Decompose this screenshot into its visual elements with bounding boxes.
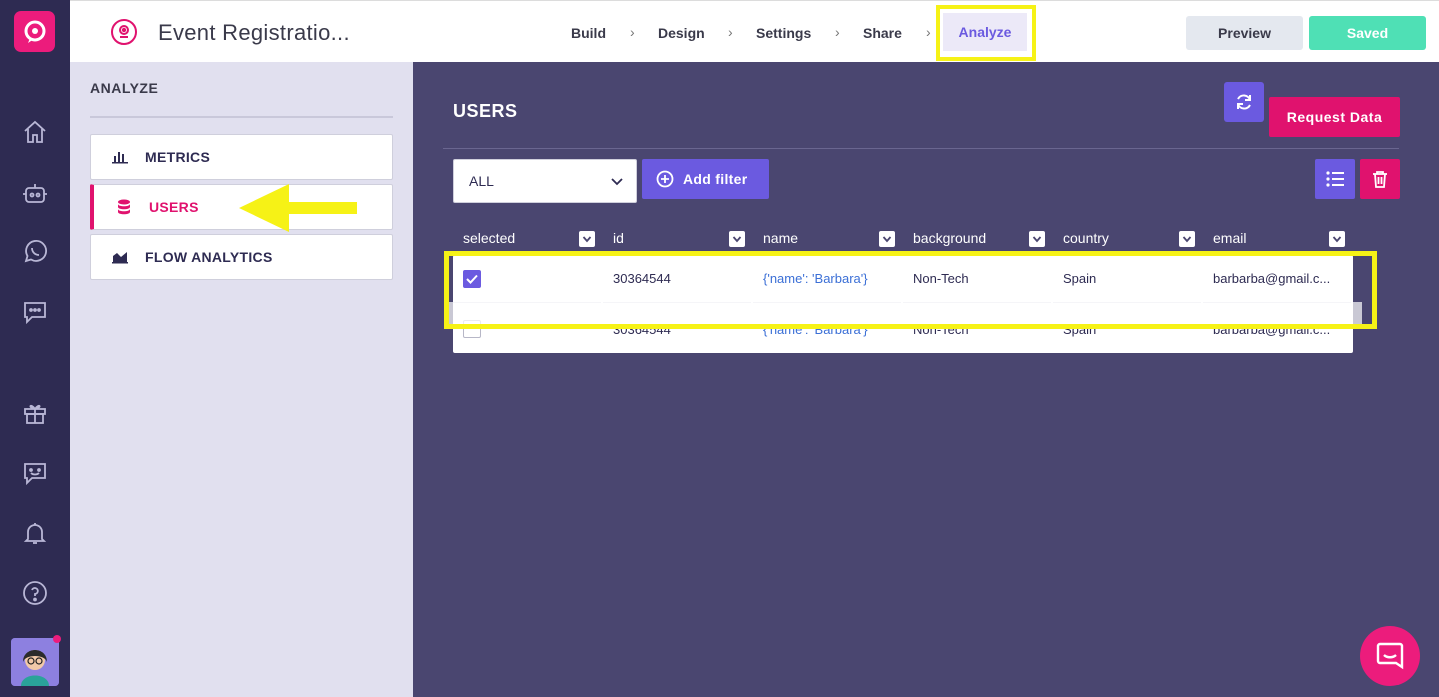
column-header-email[interactable]: email (1213, 230, 1246, 246)
chevron-down-icon[interactable] (579, 231, 595, 247)
chevron-down-icon[interactable] (1179, 231, 1195, 247)
analyze-sidebar: ANALYZE METRICS USERS FLOW ANALYTICS (70, 62, 413, 697)
column-list-button[interactable] (1315, 159, 1355, 199)
notification-dot (53, 635, 61, 643)
bar-chart-icon (111, 148, 129, 166)
gift-icon[interactable] (20, 398, 50, 428)
step-separator: › (728, 24, 733, 40)
chevron-down-icon[interactable] (879, 231, 895, 247)
divider (443, 148, 1399, 149)
add-filter-button[interactable]: Add filter (642, 159, 769, 199)
step-share[interactable]: Share (863, 25, 902, 41)
column-header-name[interactable]: name (763, 230, 798, 246)
feedback-icon[interactable] (20, 458, 50, 488)
home-icon[interactable] (20, 117, 50, 147)
user-filter-select[interactable]: ALL (453, 159, 637, 203)
request-data-button[interactable]: Request Data (1269, 97, 1400, 137)
refresh-icon (1237, 94, 1251, 110)
add-filter-label: Add filter (683, 171, 748, 187)
step-separator: › (835, 24, 840, 40)
column-header-id[interactable]: id (613, 230, 624, 246)
chat-widget-button[interactable] (1360, 626, 1420, 686)
chevron-down-icon[interactable] (1329, 231, 1345, 247)
app-logo-icon[interactable] (14, 11, 55, 52)
column-header-background[interactable]: background (913, 230, 986, 246)
sidebar-item-label: FLOW ANALYTICS (145, 249, 273, 265)
help-icon[interactable] (20, 578, 50, 608)
sidebar-item-label: USERS (149, 199, 199, 215)
area-chart-icon (111, 248, 129, 266)
sidebar-item-label: METRICS (145, 149, 211, 165)
step-separator: › (926, 24, 931, 40)
plus-circle-icon (656, 170, 674, 188)
column-header-country[interactable]: country (1063, 230, 1109, 246)
chevron-down-icon[interactable] (1029, 231, 1045, 247)
step-settings[interactable]: Settings (756, 25, 811, 41)
left-rail (0, 0, 70, 697)
sidebar-title: ANALYZE (90, 80, 159, 96)
step-analyze[interactable]: Analyze (943, 13, 1027, 51)
step-build[interactable]: Build (571, 25, 606, 41)
arrow-annotation-icon (239, 184, 357, 232)
highlight-box (444, 251, 1377, 329)
sidebar-item-flow-analytics[interactable]: FLOW ANALYTICS (90, 234, 393, 280)
avatar[interactable] (11, 638, 59, 686)
main-content: USERS Request Data ALL Add filter select… (413, 62, 1439, 697)
refresh-button[interactable] (1224, 82, 1264, 122)
whatsapp-icon[interactable] (20, 237, 50, 267)
chevron-down-icon[interactable] (729, 231, 745, 247)
chevron-down-icon (611, 178, 623, 186)
saved-button[interactable]: Saved (1309, 16, 1426, 50)
app-title[interactable]: Event Registratio... (158, 20, 350, 46)
header: Event Registratio... Build › Design › Se… (70, 0, 1439, 62)
preview-button[interactable]: Preview (1186, 16, 1303, 50)
messenger-icon (1376, 642, 1404, 670)
delete-button[interactable] (1360, 159, 1400, 199)
bell-icon[interactable] (20, 518, 50, 548)
select-value: ALL (469, 173, 494, 189)
form-logo-icon (108, 17, 140, 49)
step-separator: › (630, 24, 635, 40)
database-icon (115, 198, 133, 216)
chat-icon[interactable] (20, 297, 50, 327)
column-header-selected[interactable]: selected (463, 230, 515, 246)
list-icon (1326, 171, 1344, 187)
divider (90, 116, 393, 118)
bot-icon[interactable] (20, 178, 50, 208)
trash-icon (1373, 171, 1387, 188)
page-title: USERS (453, 101, 518, 121)
step-design[interactable]: Design (658, 25, 705, 41)
sidebar-item-metrics[interactable]: METRICS (90, 134, 393, 180)
